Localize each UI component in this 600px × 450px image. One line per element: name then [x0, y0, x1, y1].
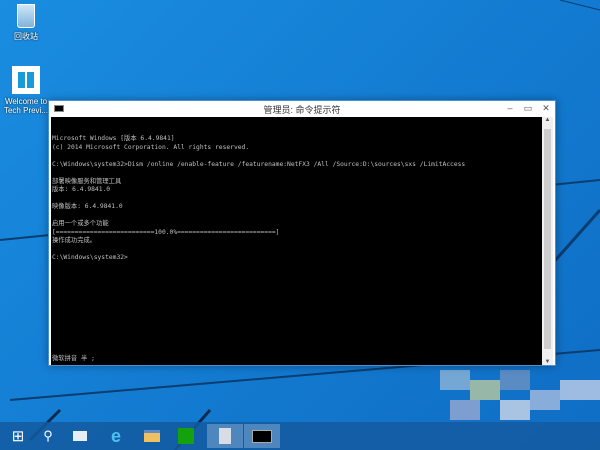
taskbar: ⊞ ⚲ e: [0, 422, 600, 450]
task-view-button[interactable]: [62, 424, 98, 448]
windows-logo-icon: [12, 66, 40, 94]
task-view-icon: [73, 431, 87, 441]
console-line: C:\Windows\system32>: [52, 254, 128, 261]
search-icon: ⚲: [43, 428, 53, 443]
close-button[interactable]: ✕: [537, 102, 555, 115]
folder-icon: [144, 430, 160, 442]
minimize-button[interactable]: –: [501, 102, 519, 115]
console-line: (c) 2014 Microsoft Corporation. All righ…: [52, 143, 250, 151]
scrollbar-thumb[interactable]: [544, 129, 551, 349]
console-line: 版本: 6.4.9841.0: [52, 186, 111, 193]
console-line: 操作成功完成。: [52, 237, 97, 244]
recycle-bin-icon: [219, 428, 231, 444]
console-line: 映像版本: 6.4.9841.0: [52, 203, 123, 210]
recycle-app-button[interactable]: [207, 424, 243, 448]
console-line: [==========================100.0%=======…: [52, 228, 280, 236]
maximize-button[interactable]: ▭: [519, 102, 537, 115]
recycle-bin-icon: [17, 4, 35, 28]
internet-explorer-icon: e: [110, 425, 121, 446]
ime-status: 微软拼音 半 ;: [52, 354, 95, 362]
scroll-down-icon[interactable]: ▼: [542, 359, 553, 365]
file-explorer-button[interactable]: [134, 424, 170, 448]
console-line: 部署映像服务和管理工具: [52, 177, 122, 185]
scroll-up-icon[interactable]: ▲: [542, 117, 553, 123]
cmd-icon: [252, 429, 272, 443]
vertical-scrollbar[interactable]: ▲ ▼: [542, 117, 553, 365]
search-button[interactable]: ⚲: [30, 424, 66, 448]
console-line: Microsoft Windows [版本 6.4.9841]: [52, 135, 175, 142]
desktop-icon-welcome[interactable]: Welcome to Tech Previ...: [0, 66, 52, 115]
command-prompt-taskbar-button[interactable]: [244, 424, 280, 448]
command-prompt-window: 管理员: 命令提示符 – ▭ ✕ Microsoft Windows [版本 6…: [48, 100, 556, 366]
store-icon: [178, 428, 194, 444]
store-button[interactable]: [168, 424, 204, 448]
window-title: 管理员: 命令提示符: [263, 105, 341, 115]
console-output[interactable]: Microsoft Windows [版本 6.4.9841] (c) 2014 …: [51, 117, 543, 365]
title-bar[interactable]: 管理员: 命令提示符 – ▭ ✕: [49, 101, 555, 117]
internet-explorer-button[interactable]: e: [98, 424, 134, 448]
console-line: 启用一个或多个功能: [52, 220, 109, 227]
windows-start-icon: ⊞: [11, 428, 25, 445]
desktop-icon-recycle-bin[interactable]: 回收站: [0, 4, 52, 41]
console-line: C:\Windows\system32>Dism /online /enable…: [52, 160, 466, 168]
